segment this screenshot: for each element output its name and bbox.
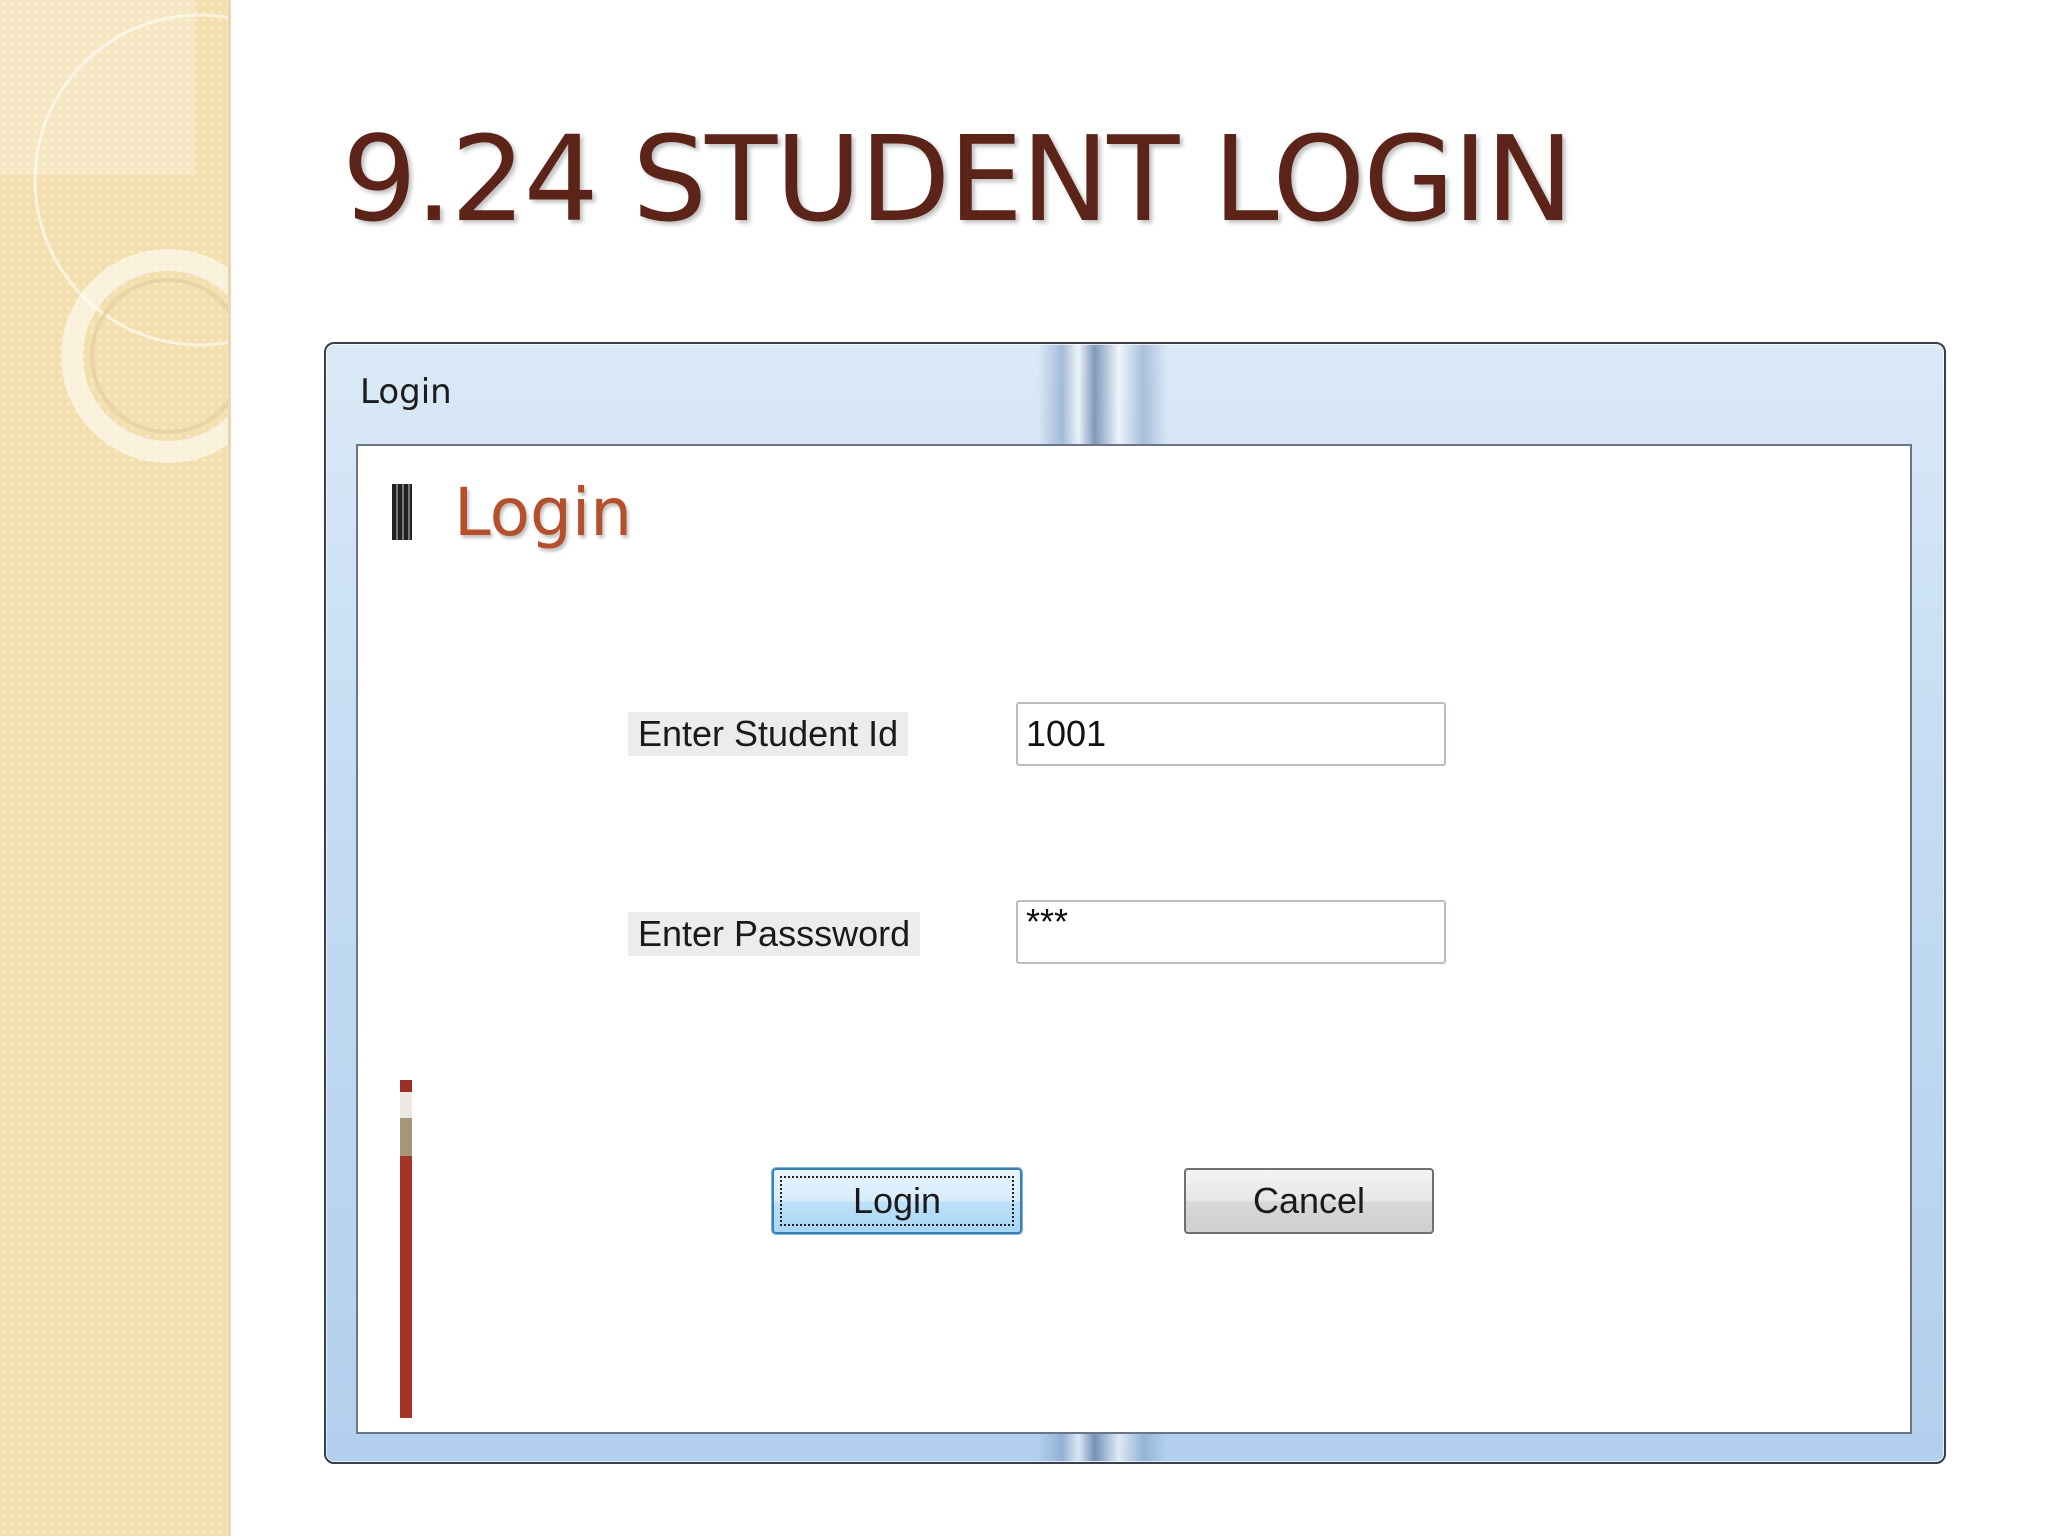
slide: 9.24 STUDENT LOGIN Login Login Enter Stu…: [0, 0, 2048, 1536]
cancel-button-label: Cancel: [1252, 1180, 1366, 1221]
progress-bar: [400, 1080, 412, 1418]
cancel-button[interactable]: Cancel: [1184, 1168, 1434, 1234]
progress-top-segment: [400, 1080, 412, 1092]
window-title: Login: [360, 372, 452, 412]
progress-fill: [400, 1156, 412, 1418]
decorative-circles: [0, 0, 228, 463]
window-client-area: Login Enter Student Id Enter Passsword *…: [356, 444, 1912, 1434]
form-header: Login: [454, 474, 633, 551]
student-id-label: Enter Student Id: [628, 712, 909, 756]
decorative-side-strip: [0, 0, 231, 1536]
login-button-label: Login: [852, 1180, 942, 1221]
password-input[interactable]: ***: [1016, 900, 1446, 964]
student-id-input[interactable]: [1016, 702, 1446, 766]
header-bar-icon: [392, 484, 412, 540]
slide-title: 9.24 STUDENT LOGIN: [342, 110, 1574, 248]
login-window: Login Login Enter Student Id Enter Passs…: [324, 342, 1946, 1464]
login-button[interactable]: Login: [772, 1168, 1022, 1234]
progress-mid-segment: [400, 1118, 412, 1156]
password-label: Enter Passsword: [628, 912, 921, 956]
password-mask: ***: [1026, 901, 1069, 942]
